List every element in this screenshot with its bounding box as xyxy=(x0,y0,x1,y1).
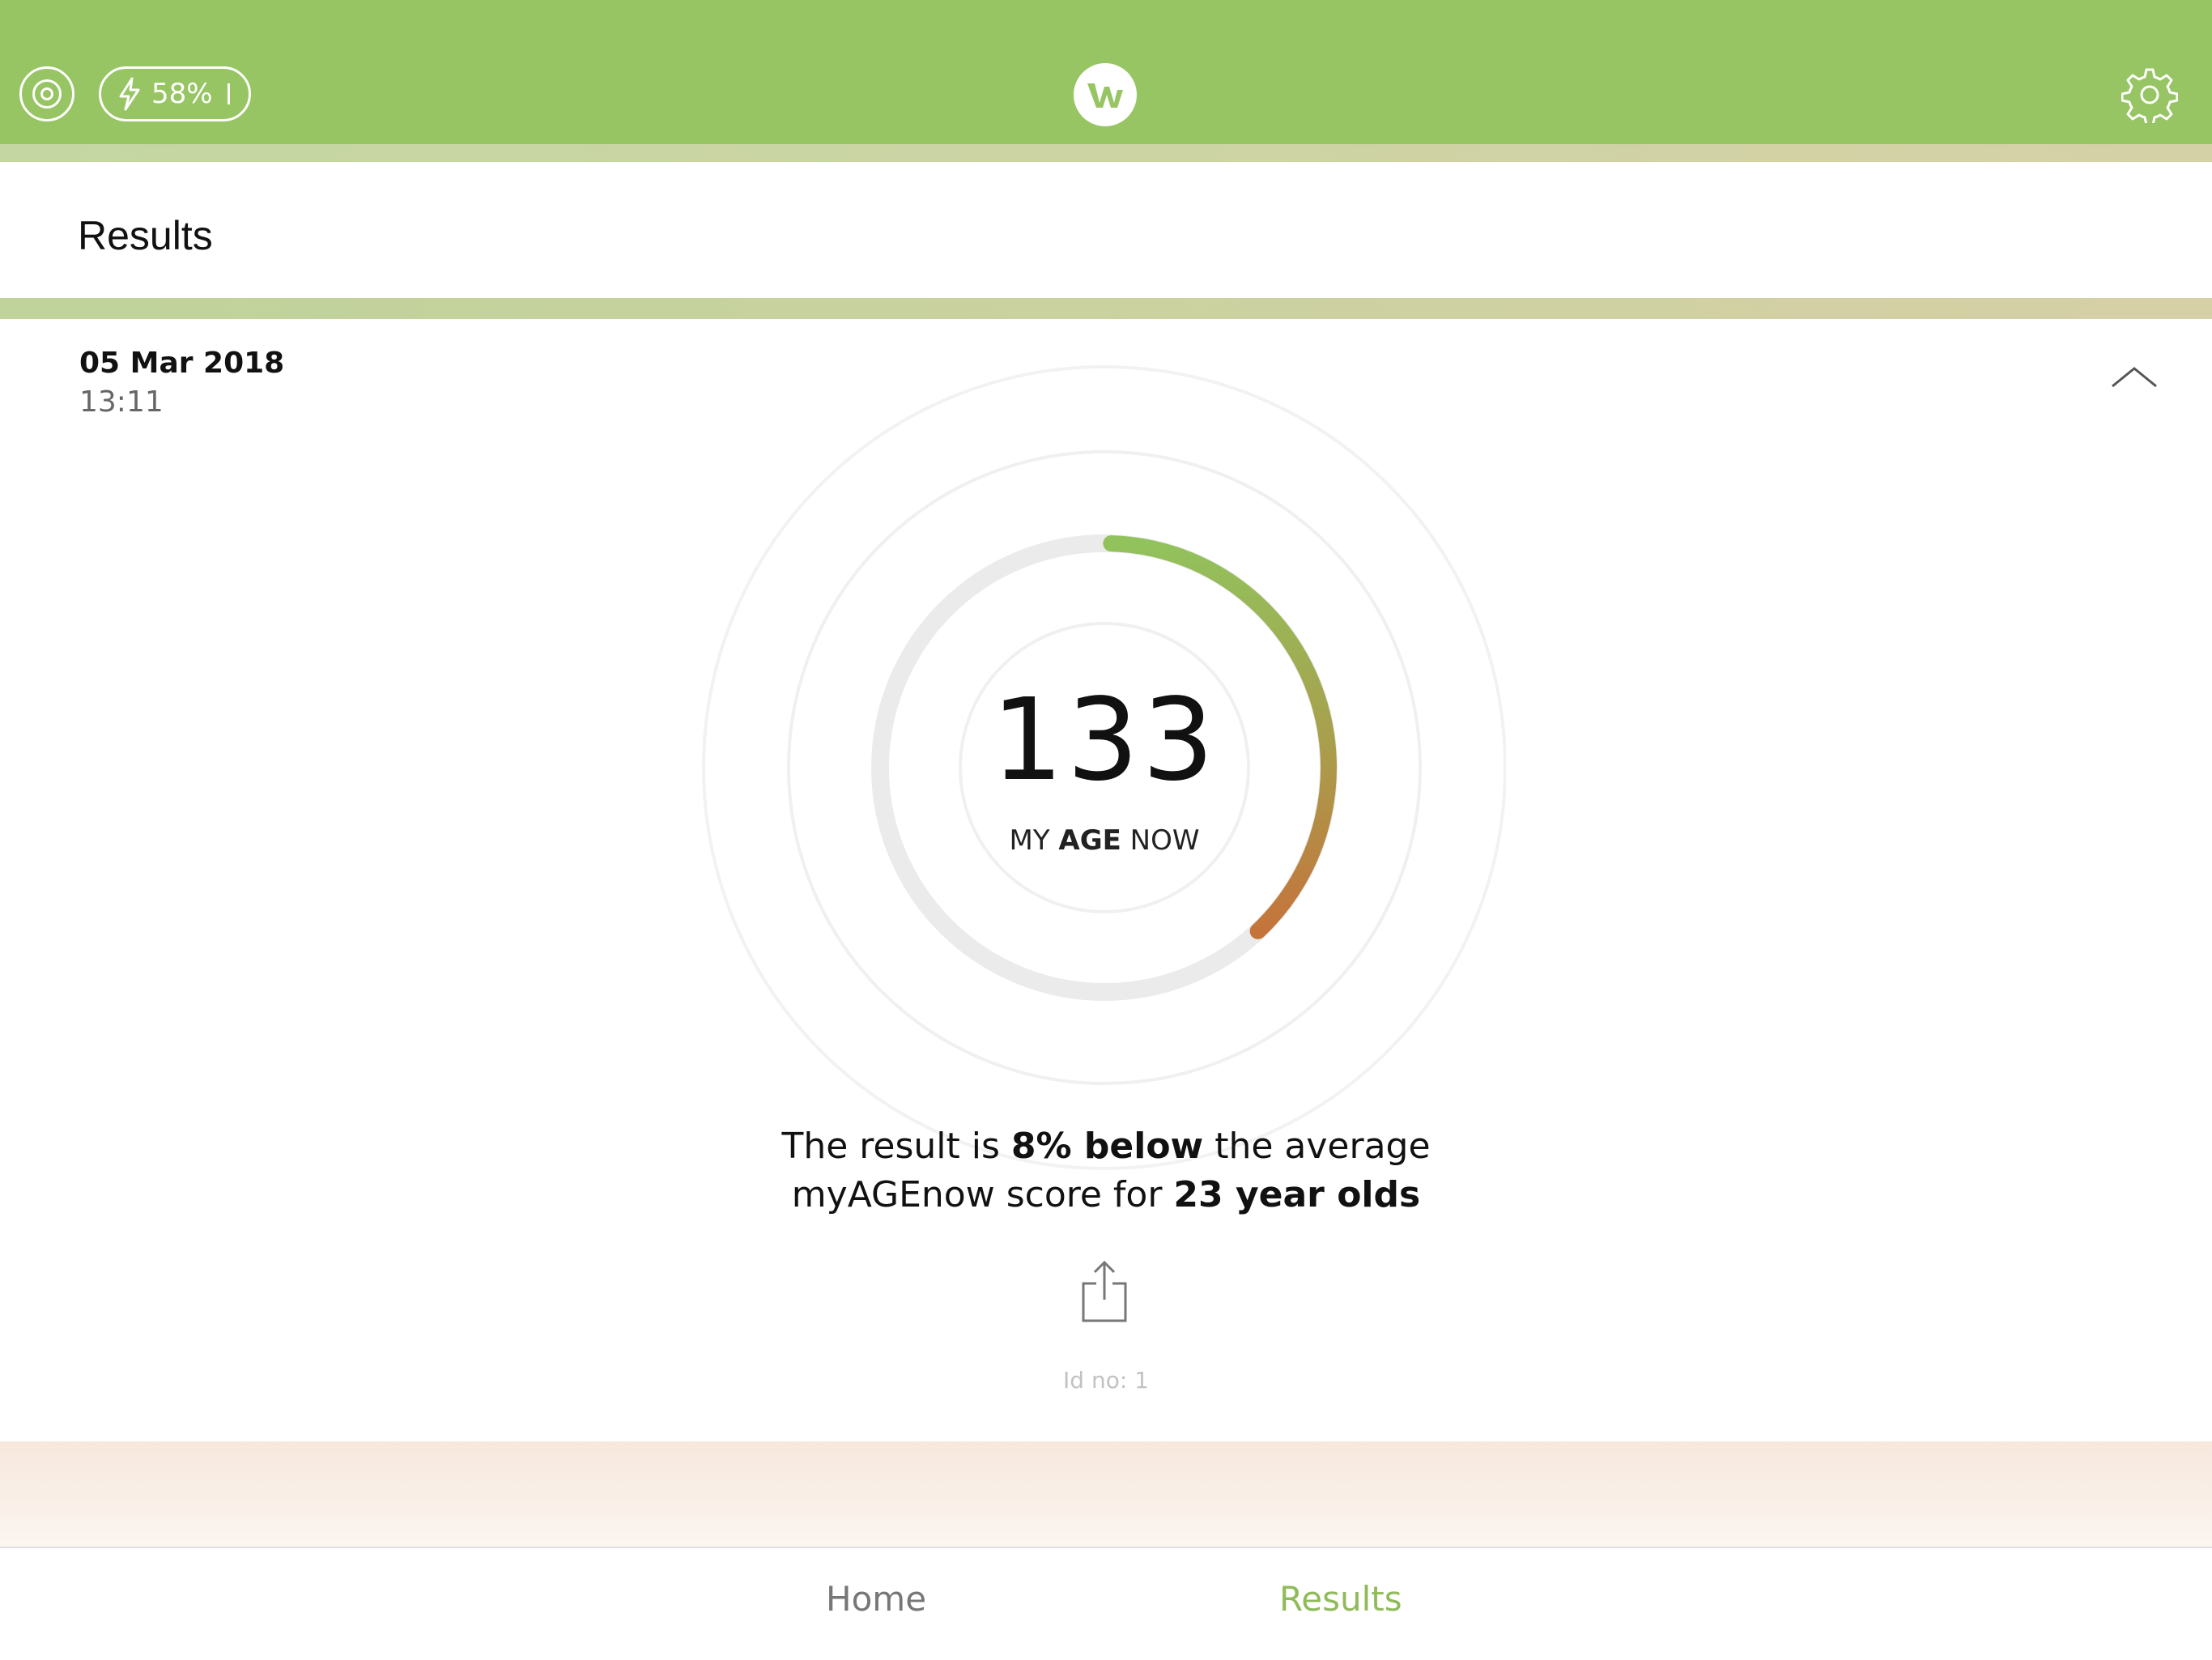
lightning-icon xyxy=(119,77,140,111)
result-message-line2: myAGEnow score for 23 year olds xyxy=(620,1171,1592,1219)
battery-status[interactable]: 58% xyxy=(99,66,251,121)
tab-results[interactable]: Results xyxy=(1279,1579,1402,1619)
message-text: the average xyxy=(1203,1126,1431,1167)
app-logo xyxy=(1074,63,1137,126)
result-time: 13:11 xyxy=(79,385,164,419)
top-bar-strip xyxy=(0,144,2212,162)
page-title: Results xyxy=(78,213,213,258)
target-icon[interactable] xyxy=(19,66,74,121)
battery-percent: 58% xyxy=(151,78,213,110)
message-text: The result is xyxy=(781,1126,1011,1167)
age-label-suffix: NOW xyxy=(1121,824,1200,857)
message-highlight: 8% below xyxy=(1010,1126,1204,1167)
settings-button[interactable] xyxy=(2121,66,2179,126)
message-text: myAGEnow score for xyxy=(791,1174,1174,1215)
message-highlight: 23 year olds xyxy=(1173,1174,1421,1215)
tab-bar: Home Results xyxy=(0,1547,2212,1660)
target-icon-dot xyxy=(40,87,53,100)
chevron-up-icon[interactable] xyxy=(2110,364,2159,389)
battery-level-bar xyxy=(227,83,230,104)
age-score: 133 xyxy=(991,675,1218,807)
bottom-band xyxy=(0,1441,2212,1547)
result-date: 05 Mar 2018 xyxy=(79,347,285,380)
top-bar: 58% xyxy=(0,0,2212,144)
age-label-bold: AGE xyxy=(1058,824,1121,857)
section-divider xyxy=(0,298,2212,319)
result-message-line1: The result is 8% below the average xyxy=(620,1122,1592,1171)
gear-icon xyxy=(2121,68,2179,126)
result-id: Id no: 1 xyxy=(1063,1367,1149,1394)
age-label-prefix: MY xyxy=(1009,824,1059,857)
share-icon[interactable] xyxy=(1080,1259,1129,1324)
logo-icon xyxy=(1087,83,1123,108)
age-label: MY AGE NOW xyxy=(942,824,1266,857)
tab-home[interactable]: Home xyxy=(826,1579,926,1619)
result-message: The result is 8% below the average myAGE… xyxy=(620,1122,1592,1219)
